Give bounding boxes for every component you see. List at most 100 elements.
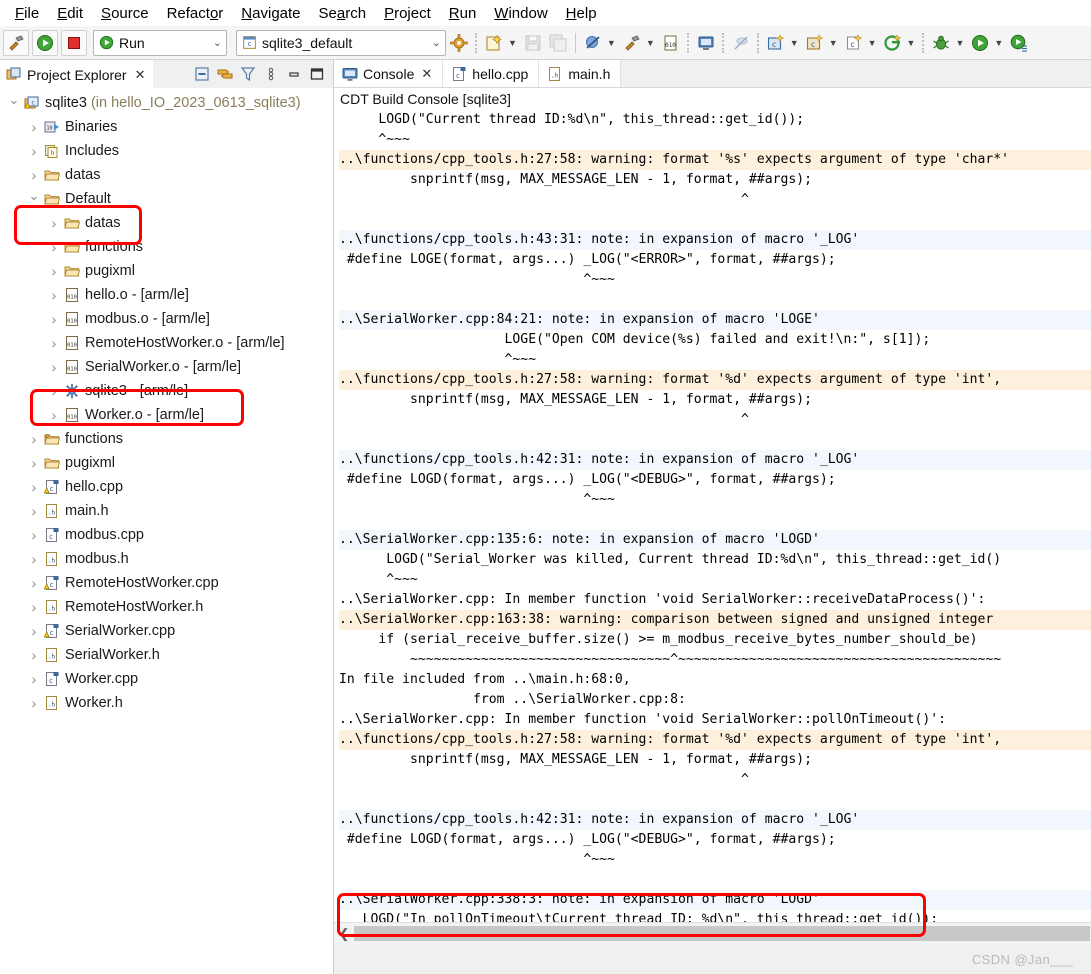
chevron-right-icon[interactable]	[46, 263, 62, 279]
chevron-down-icon[interactable]: ▼	[907, 38, 916, 48]
tree-item[interactable]: pugixml	[0, 259, 333, 283]
chevron-down-icon[interactable]: ▼	[646, 38, 655, 48]
chevron-right-icon[interactable]	[26, 167, 42, 183]
link-with-editor-icon[interactable]	[216, 66, 233, 83]
menu-run[interactable]: Run	[440, 3, 486, 24]
tree-item[interactable]: sqlite3 - [arm/le]	[0, 379, 333, 403]
tree-item[interactable]: .h SerialWorker.h	[0, 643, 333, 667]
tree-item[interactable]: c sqlite3 (in hello_IO_2023_0613_sqlite3)	[0, 91, 333, 115]
launch-config-combo[interactable]: c sqlite3_default ⌄	[236, 29, 446, 56]
tab-main-h[interactable]: .h main.h	[539, 60, 622, 87]
run-icon[interactable]	[968, 30, 992, 56]
minimize-icon[interactable]	[285, 66, 302, 83]
chevron-right-icon[interactable]	[26, 671, 42, 687]
chevron-right-icon[interactable]	[26, 479, 42, 495]
collapse-all-icon[interactable]	[193, 66, 210, 83]
chevron-down-icon[interactable]: ▼	[790, 38, 799, 48]
chevron-right-icon[interactable]	[26, 575, 42, 591]
tree-item[interactable]: .h Worker.h	[0, 691, 333, 715]
tree-item[interactable]: 010 SerialWorker.o - [arm/le]	[0, 355, 333, 379]
tree-item[interactable]: datas	[0, 211, 333, 235]
stop-red-square-icon[interactable]	[61, 29, 87, 56]
chevron-down-icon[interactable]: ⌄	[432, 36, 441, 49]
menu-refactor[interactable]: Refactor	[158, 3, 233, 24]
close-icon[interactable]: ✕	[421, 66, 432, 82]
tree-item[interactable]: h Includes	[0, 139, 333, 163]
chevron-right-icon[interactable]	[26, 647, 42, 663]
tree-item[interactable]: 010 modbus.o - [arm/le]	[0, 307, 333, 331]
menu-edit[interactable]: Edit	[48, 3, 92, 24]
open-console-icon[interactable]	[694, 30, 718, 56]
tree-item[interactable]: .h modbus.h	[0, 547, 333, 571]
tree-item[interactable]: functions	[0, 235, 333, 259]
launch-mode-combo[interactable]: Run ⌄	[93, 29, 227, 56]
run-last-tool-icon[interactable]	[1007, 30, 1031, 56]
maximize-icon[interactable]	[308, 66, 325, 83]
build-hammer-icon[interactable]	[3, 29, 29, 56]
menu-project[interactable]: Project	[375, 3, 440, 24]
chevron-right-icon[interactable]	[46, 239, 62, 255]
tree-item[interactable]: Default	[0, 187, 333, 211]
project-tree[interactable]: c sqlite3 (in hello_IO_2023_0613_sqlite3)…	[0, 88, 333, 944]
chevron-down-icon[interactable]: ⌄	[213, 36, 222, 49]
chevron-down-icon[interactable]: ▼	[607, 38, 616, 48]
tree-item[interactable]: c SerialWorker.cpp	[0, 619, 333, 643]
console-output[interactable]: LOGD("Current thread ID:%d\n", this_thre…	[334, 110, 1091, 922]
chevron-right-icon[interactable]	[46, 383, 62, 399]
tree-item[interactable]: 010 hello.o - [arm/le]	[0, 283, 333, 307]
build-hammer-icon[interactable]	[620, 30, 644, 56]
chevron-right-icon[interactable]	[26, 623, 42, 639]
menu-source[interactable]: Source	[92, 3, 158, 24]
chevron-right-icon[interactable]	[26, 455, 42, 471]
close-icon[interactable]: ✕	[135, 67, 146, 83]
chevron-right-icon[interactable]	[26, 119, 42, 135]
git-icon[interactable]	[881, 30, 905, 56]
scroll-left-icon[interactable]: ❮	[334, 923, 354, 944]
tree-item[interactable]: .h RemoteHostWorker.h	[0, 595, 333, 619]
tree-item[interactable]: c RemoteHostWorker.cpp	[0, 571, 333, 595]
run-green-play-icon[interactable]	[32, 29, 58, 56]
new-wizard-icon[interactable]	[482, 30, 506, 56]
view-filter-icon[interactable]	[239, 66, 256, 83]
chevron-right-icon[interactable]	[26, 527, 42, 543]
new-class-icon[interactable]: c	[803, 30, 827, 56]
chevron-right-icon[interactable]	[46, 359, 62, 375]
chevron-right-icon[interactable]	[26, 143, 42, 159]
tab-project-explorer[interactable]: Project Explorer ✕	[0, 60, 153, 88]
chevron-right-icon[interactable]	[46, 407, 62, 423]
tree-item[interactable]: functions	[0, 427, 333, 451]
chevron-right-icon[interactable]	[26, 503, 42, 519]
chevron-right-icon[interactable]	[46, 335, 62, 351]
tab-console[interactable]: Console ✕	[334, 60, 444, 87]
tree-item[interactable]: c Worker.cpp	[0, 667, 333, 691]
chevron-down-icon[interactable]: ▼	[994, 38, 1003, 48]
chevron-right-icon[interactable]	[46, 215, 62, 231]
skip-all-breakpoints-icon[interactable]	[581, 30, 605, 56]
chevron-down-icon[interactable]: ▼	[829, 38, 838, 48]
chevron-down-icon[interactable]: ▼	[868, 38, 877, 48]
menu-navigate[interactable]: Navigate	[232, 3, 309, 24]
tree-item[interactable]: 010 Worker.o - [arm/le]	[0, 403, 333, 427]
tab-hello-cpp[interactable]: c hello.cpp	[443, 60, 540, 87]
chevron-down-icon[interactable]	[6, 95, 22, 111]
tree-item[interactable]: 10 Binaries	[0, 115, 333, 139]
chevron-right-icon[interactable]	[46, 287, 62, 303]
tree-item[interactable]: datas	[0, 163, 333, 187]
chevron-down-icon[interactable]: ▼	[955, 38, 964, 48]
menu-window[interactable]: Window	[485, 3, 556, 24]
chevron-right-icon[interactable]	[26, 551, 42, 567]
chevron-right-icon[interactable]	[26, 599, 42, 615]
chevron-right-icon[interactable]	[46, 311, 62, 327]
menu-file[interactable]: FFileile	[6, 3, 48, 24]
tree-item[interactable]: c modbus.cpp	[0, 523, 333, 547]
new-c-project-icon[interactable]: c	[764, 30, 788, 56]
scrollbar-track[interactable]	[354, 926, 1090, 941]
chevron-right-icon[interactable]	[26, 431, 42, 447]
menu-help[interactable]: Help	[557, 3, 606, 24]
view-menu-icon[interactable]	[262, 66, 279, 83]
chevron-right-icon[interactable]	[26, 695, 42, 711]
new-c-file-icon[interactable]: c	[842, 30, 866, 56]
chevron-down-icon[interactable]: ▼	[508, 38, 517, 48]
chevron-down-icon[interactable]	[26, 191, 42, 207]
tree-item[interactable]: .h main.h	[0, 499, 333, 523]
